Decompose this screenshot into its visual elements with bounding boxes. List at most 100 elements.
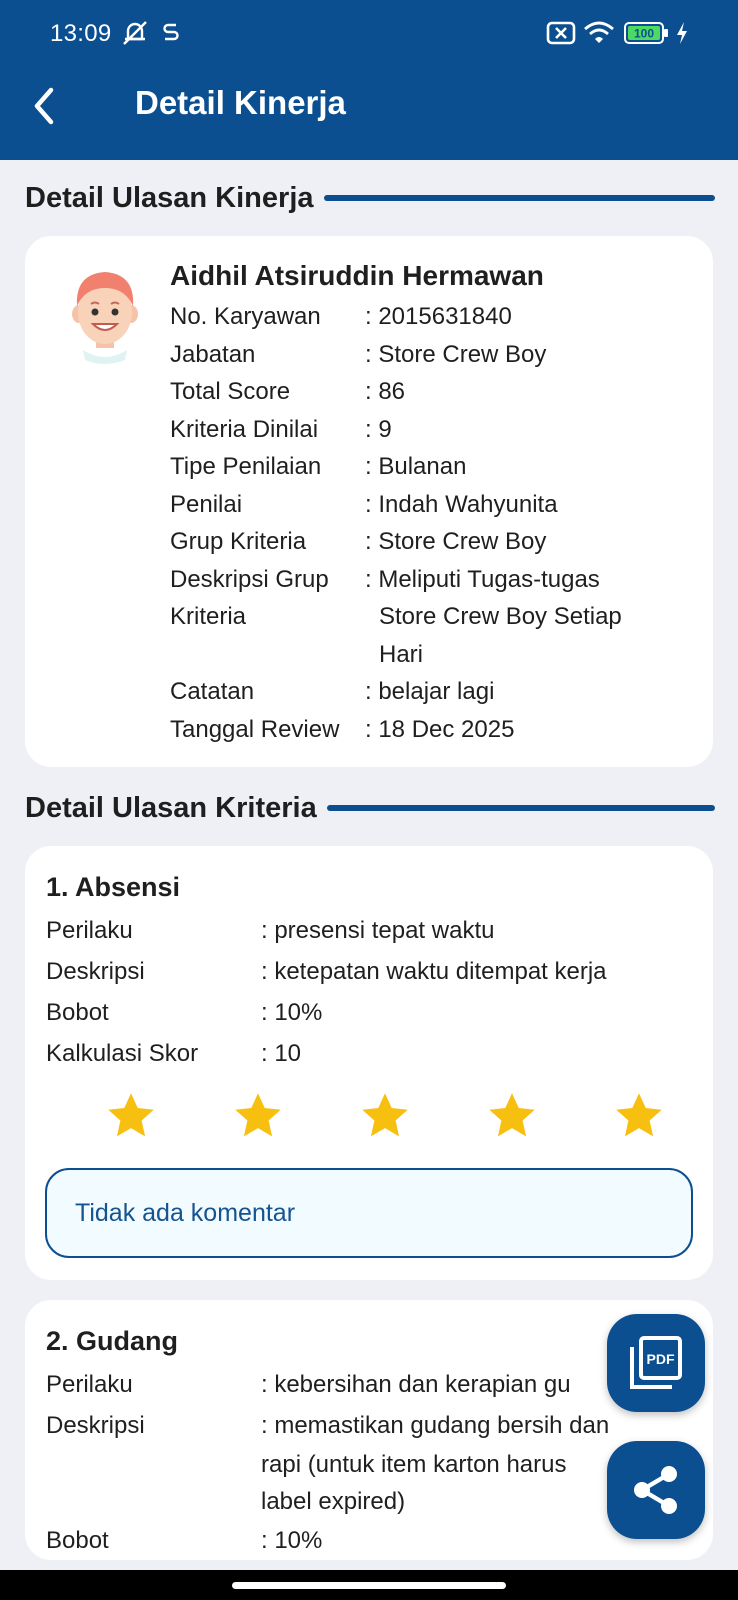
info-value: : 18 Dec 2025 — [365, 715, 515, 743]
info-label: Deskripsi Grup — [170, 565, 329, 593]
info-label: Tanggal Review — [170, 715, 340, 743]
employee-name: Aidhil Atsiruddin Hermawan — [170, 260, 544, 291]
criteria-value: : memastikan gudang bersih dan — [261, 1412, 610, 1439]
criteria-label: Kalkulasi Skor — [46, 1040, 199, 1067]
criteria-value: : presensi tepat waktu — [261, 917, 495, 944]
criteria-row: Deskripsi : ketepatan waktu ditempat kerj… — [46, 951, 686, 992]
info-value: Store Crew Boy Setiap — [379, 603, 622, 630]
star-icon — [362, 1093, 408, 1137]
criteria-row: rapi (untuk item karton harus — [46, 1446, 686, 1483]
star-icon — [235, 1093, 281, 1137]
info-row: Tanggal Review : 18 Dec 2025 — [170, 711, 690, 749]
info-label: No. Karyawan — [170, 303, 321, 330]
s-app-icon — [160, 20, 182, 46]
criteria-value: : 10 — [261, 1040, 302, 1067]
info-label: Penilai — [170, 490, 243, 518]
criteria-row: Perilaku: kebersihan dan kerapian gu — [46, 1364, 686, 1405]
star-icon — [489, 1093, 535, 1137]
wifi-icon — [582, 20, 616, 46]
info-value: : Store Crew Boy — [365, 528, 547, 555]
star-rating — [105, 1090, 665, 1142]
home-gesture-handle[interactable] — [232, 1582, 506, 1589]
app-header: 13:09 100 Detail Kinerja — [0, 0, 738, 160]
info-row: Kriteria Store Crew Boy Setiap — [170, 598, 690, 636]
criteria-label: Perilaku — [46, 917, 133, 944]
export-pdf-button[interactable]: PDF — [607, 1314, 705, 1412]
back-arrow-icon — [34, 87, 54, 125]
star-icon — [616, 1093, 662, 1137]
charging-icon — [674, 20, 690, 46]
battery-icon: 100 — [624, 20, 670, 46]
section-title: Detail Ulasan Kinerja — [25, 181, 314, 214]
info-row: Total Score : 86 — [170, 373, 690, 411]
criteria-label — [46, 1446, 261, 1483]
info-value: : belajar lagi — [365, 678, 495, 705]
section-header-performance: Detail Ulasan Kinerja — [25, 178, 715, 218]
info-row: Catatan : belajar lagi — [170, 673, 690, 711]
employee-info: No. Karyawan : 2015631840 Jabatan : Store … — [170, 298, 690, 748]
info-row: Tipe Penilaian : Bulanan — [170, 448, 690, 486]
battery-level: 100 — [634, 27, 654, 41]
comment-box: Tidak ada komentar — [45, 1168, 693, 1258]
criteria-row: Deskripsi : memastikan gudang bersih dan — [46, 1405, 686, 1446]
info-value: : Meliputi Tugas-tugas — [365, 565, 600, 593]
info-value: : Indah Wahyunita — [365, 490, 558, 518]
criteria-label — [46, 1483, 261, 1520]
info-row: Jabatan : Store Crew Boy — [170, 336, 690, 374]
info-label: Tipe Penilaian — [170, 453, 322, 480]
info-label: Kriteria Dinilai — [170, 415, 319, 443]
back-button[interactable] — [22, 84, 66, 128]
no-sim-icon — [546, 20, 576, 46]
criteria-card: 1. Absensi Perilaku : presensi tepat wakt… — [25, 846, 713, 1280]
criteria-value: : ketepatan waktu ditempat kerja — [261, 958, 607, 985]
info-label: Total Score — [170, 378, 291, 405]
info-row: Kriteria Dinilai : 9 — [170, 411, 690, 449]
criteria-row: Bobot : 10% — [46, 992, 686, 1033]
criteria-row: Perilaku : presensi tepat waktu — [46, 910, 686, 951]
criteria-title: 2. Gudang — [46, 1326, 179, 1356]
criteria-value: : 10% — [261, 999, 323, 1026]
info-value: : 9 — [365, 415, 392, 443]
info-label — [170, 636, 365, 674]
criteria-label: Bobot — [46, 999, 109, 1026]
info-row: Deskripsi Grup : Meliputi Tugas-tugas — [170, 561, 690, 599]
info-row: No. Karyawan : 2015631840 — [170, 298, 690, 336]
criteria-label: Perilaku — [46, 1371, 133, 1398]
mute-icon — [118, 20, 152, 46]
page-title: Detail Kinerja — [135, 84, 346, 121]
criteria-row: Kalkulasi Skor : 10 — [46, 1033, 686, 1074]
info-value: : Store Crew Boy — [365, 340, 547, 368]
info-label: Catatan — [170, 678, 255, 705]
share-icon — [634, 1466, 677, 1514]
criteria-title: 1. Absensi — [46, 872, 181, 902]
section-header-criteria: Detail Ulasan Kriteria — [25, 788, 715, 828]
star-icon — [108, 1093, 154, 1137]
info-label: Kriteria — [170, 603, 247, 630]
info-row: Grup Kriteria : Store Crew Boy — [170, 523, 690, 561]
status-bar: 13:09 100 — [0, 0, 738, 70]
employee-card: Aidhil Atsiruddin Hermawan No. Karyawan:… — [25, 236, 713, 767]
info-value: Hari — [379, 640, 424, 668]
info-value: : 2015631840 — [365, 303, 512, 330]
info-value: : 86 — [365, 378, 406, 405]
pdf-icon: PDF — [630, 1336, 682, 1389]
criteria-label: Bobot — [46, 1527, 109, 1554]
criteria-label: Deskripsi — [46, 1412, 145, 1439]
share-button[interactable] — [607, 1441, 705, 1539]
criteria-details: Perilaku : presensi tepat waktu Deskripsi… — [46, 910, 686, 1074]
avatar — [65, 264, 145, 364]
info-row: Hari — [170, 636, 690, 674]
section-title: Detail Ulasan Kriteria — [25, 791, 317, 824]
section-divider — [323, 195, 715, 201]
criteria-row: Bobot: 10% — [46, 1520, 686, 1561]
info-value: : Bulanan — [365, 453, 467, 480]
section-divider — [326, 805, 715, 811]
pdf-icon-label: PDF — [647, 1351, 675, 1367]
criteria-row: label expired) — [46, 1483, 686, 1520]
criteria-details: Perilaku: kebersihan dan kerapian gu Des… — [46, 1364, 686, 1561]
info-row: Penilai : Indah Wahyunita — [170, 486, 690, 524]
status-time: 13:09 — [50, 20, 112, 47]
criteria-label: Deskripsi — [46, 958, 145, 985]
info-label: Grup Kriteria — [170, 528, 307, 555]
info-label: Jabatan — [170, 340, 256, 368]
